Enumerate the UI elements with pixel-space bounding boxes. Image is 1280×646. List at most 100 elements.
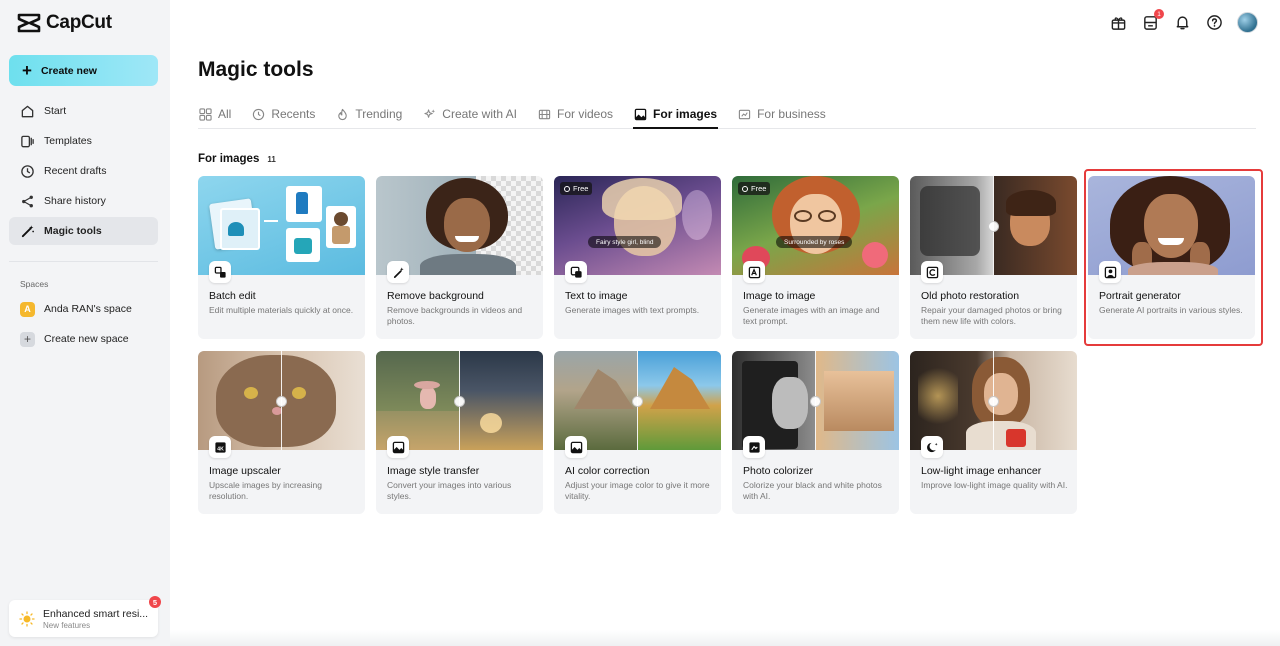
bell-icon	[1176, 16, 1189, 30]
help-button[interactable]	[1205, 13, 1224, 32]
free-label: Free	[573, 184, 589, 193]
tool-card-text-to-image[interactable]: Free Fairy style girl, blind Text to ima…	[554, 176, 721, 339]
app-name: CapCut	[46, 12, 112, 33]
sidebar: CapCut + Create new Start Templates Rece…	[0, 0, 170, 646]
sidebar-item-templates[interactable]: Templates	[9, 127, 158, 155]
tool-card-image-upscaler[interactable]: 4K Image upscaler Upscale images by incr…	[198, 351, 365, 514]
tab-label: For images	[653, 107, 718, 121]
portrait-icon	[1099, 261, 1121, 283]
sidebar-item-label: Templates	[44, 135, 92, 147]
colorize-icon	[743, 436, 765, 458]
prompt-chip: Surrounded by roses	[776, 236, 853, 248]
tab-for-business[interactable]: For business	[737, 100, 827, 128]
sidebar-item-start[interactable]: Start	[9, 97, 158, 125]
tool-description: Edit multiple materials quickly at once.	[209, 305, 354, 315]
tab-label: All	[218, 107, 232, 121]
tab-label: Recents	[271, 107, 316, 121]
tool-description: Improve low-light image quality with AI.	[921, 480, 1068, 490]
sidebar-divider	[9, 261, 158, 262]
tool-title: Remove background	[387, 290, 484, 302]
free-badge: Free	[560, 182, 593, 195]
new-feature-card[interactable]: Enhanced smart resi... New features 5	[9, 596, 161, 637]
free-label: Free	[751, 184, 767, 193]
tab-recents[interactable]: Recents	[251, 100, 316, 128]
sidebar-item-label: Recent drafts	[44, 165, 107, 177]
style-icon	[387, 436, 409, 458]
create-space-label: Create new space	[44, 333, 129, 345]
feature-title: Enhanced smart resi...	[43, 607, 149, 620]
space-item[interactable]: A Anda RAN's space	[9, 295, 158, 323]
sidebar-item-share-history[interactable]: Share history	[9, 187, 158, 215]
tool-description: Upscale images by increasing resolution.	[209, 480, 322, 502]
space-avatar: A	[20, 301, 35, 317]
tool-card-old-photo-restoration[interactable]: Old photo restoration Repair your damage…	[910, 176, 1077, 339]
tool-card-image-to-image[interactable]: Free Surrounded by roses Image to image …	[732, 176, 899, 339]
tool-description: Remove backgrounds in videos and photos.	[387, 305, 523, 327]
tool-card-remove-background[interactable]: Remove background Remove backgrounds in …	[376, 176, 543, 339]
sun-icon	[19, 610, 35, 627]
free-badge: Free	[738, 182, 771, 195]
tool-card-ai-color-correction[interactable]: AI color correction Adjust your image co…	[554, 351, 721, 514]
flame-icon	[338, 108, 348, 120]
space-name: Anda RAN's space	[44, 303, 132, 315]
compare-handle	[454, 396, 465, 407]
magic-wand-icon	[21, 224, 34, 237]
film-icon	[538, 109, 551, 119]
inbox-button[interactable]: 1	[1141, 9, 1164, 32]
tab-for-images[interactable]: For images	[633, 100, 719, 129]
tool-description: Convert your images into various styles.	[387, 480, 512, 502]
free-icon	[564, 185, 570, 192]
notifications-button[interactable]	[1173, 13, 1192, 32]
prompt-chip: Fairy style girl, blind	[588, 236, 662, 248]
tool-card-photo-colorizer[interactable]: Photo colorizer Colorize your black and …	[732, 351, 899, 514]
remove-bg-icon	[387, 261, 409, 283]
capcut-logo-icon	[17, 13, 41, 33]
feature-subtitle: New features	[43, 620, 91, 630]
restore-icon	[921, 261, 943, 283]
notification-badge: 1	[1154, 9, 1164, 19]
tab-label: For videos	[557, 107, 614, 121]
spaces-heading: Spaces	[20, 279, 49, 289]
color-icon	[565, 436, 587, 458]
section-heading: For images 11	[198, 153, 276, 165]
page-title: Magic tools	[198, 58, 314, 81]
tool-title: Text to image	[565, 290, 628, 302]
tool-card-batch-edit[interactable]: Batch edit Edit multiple materials quick…	[198, 176, 365, 339]
gift-button[interactable]	[1109, 13, 1128, 32]
tab-trending[interactable]: Trending	[335, 100, 403, 128]
sparkle-icon	[424, 108, 436, 118]
tool-card-image-style-transfer[interactable]: Image style transfer Convert your images…	[376, 351, 543, 514]
category-tabs: All Recents Trending Create with AI For …	[198, 100, 1256, 129]
svg-text:4K: 4K	[217, 446, 224, 452]
avatar[interactable]	[1237, 12, 1258, 33]
tool-title: Old photo restoration	[921, 290, 1020, 302]
tool-card-low-light-image-enhancer[interactable]: Low-light image enhancer Improve low-lig…	[910, 351, 1077, 514]
tab-create-with-ai[interactable]: Create with AI	[422, 100, 518, 128]
create-new-button[interactable]: + Create new	[9, 55, 158, 86]
compare-handle	[632, 396, 643, 407]
section-title: For images	[198, 153, 260, 165]
business-icon	[738, 109, 751, 119]
header-actions: 1	[1109, 9, 1258, 33]
section-count: 11	[267, 154, 276, 164]
tab-for-videos[interactable]: For videos	[537, 100, 614, 128]
create-space-button[interactable]: + Create new space	[9, 325, 158, 353]
sidebar-item-recent-drafts[interactable]: Recent drafts	[9, 157, 158, 185]
grid-icon	[199, 107, 212, 121]
capcut-logo[interactable]: CapCut	[17, 12, 112, 34]
image-icon	[634, 108, 647, 120]
upscale-icon: 4K	[209, 436, 231, 458]
tool-description: Colorize your black and white photos wit…	[743, 480, 882, 502]
tool-description: Generate images with text prompts.	[565, 305, 700, 315]
tool-card-portrait-generator[interactable]: Portrait generator Generate AI portraits…	[1088, 176, 1255, 339]
bottom-fade	[170, 630, 1280, 646]
sidebar-item-label: Share history	[44, 195, 106, 207]
tab-label: Trending	[355, 107, 403, 121]
tool-title: Image upscaler	[209, 465, 281, 477]
help-icon	[1207, 15, 1222, 30]
tool-description: Repair your damaged photos or bring them…	[921, 305, 1062, 327]
tab-label: For business	[757, 107, 826, 121]
share-icon	[22, 195, 33, 207]
sidebar-item-magic-tools[interactable]: Magic tools	[9, 217, 158, 245]
tab-all[interactable]: All	[198, 100, 232, 128]
